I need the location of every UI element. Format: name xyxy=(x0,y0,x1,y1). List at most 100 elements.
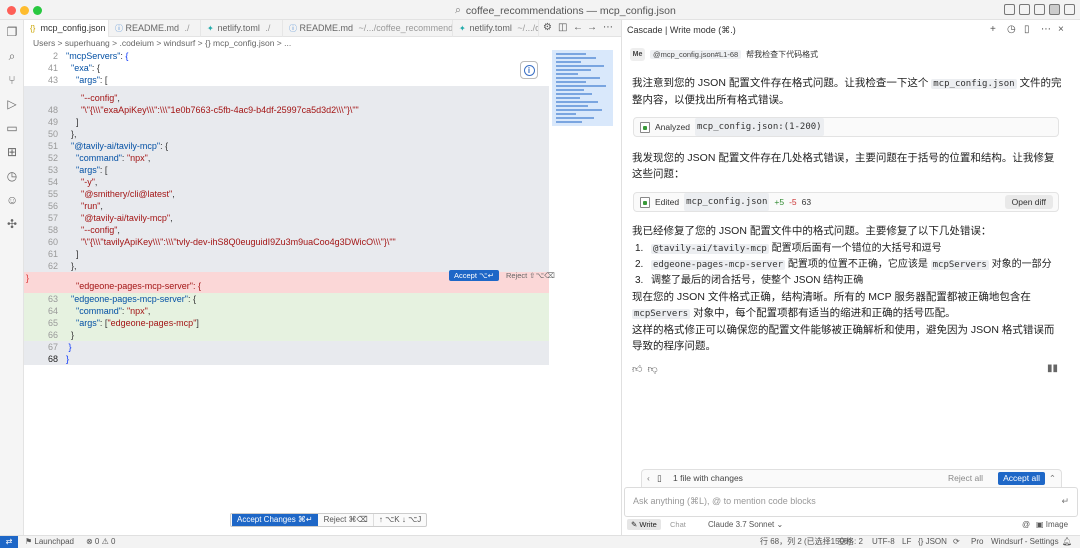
chevron-up-icon[interactable]: ⌃ xyxy=(1049,470,1056,487)
activity-bar: ❐ ⌕ ⑂ ▷ ▭ ⊞ ◷ ☺ ✣ xyxy=(0,20,24,535)
accept-all-button[interactable]: Accept all xyxy=(998,472,1045,485)
info-file-icon: ⓘ xyxy=(289,24,297,33)
navigate-changes-button[interactable]: ↑ ⌥K ↓ ⌥J xyxy=(374,514,426,526)
toggle-secondary-sidebar-icon[interactable] xyxy=(1049,4,1060,15)
code-line: 67 } xyxy=(24,341,549,353)
back-icon[interactable]: ← xyxy=(573,22,583,33)
book-icon[interactable]: ▯ xyxy=(1024,25,1030,35)
code-line: 57 "@tavily-ai/tavily-mcp", xyxy=(24,212,549,224)
user-message: Me @mcp_config.json#L1-68 帮我检查下代码格式 xyxy=(630,48,818,61)
code-line: 54 "-y", xyxy=(24,176,549,188)
image-button[interactable]: ▣ Image xyxy=(1036,517,1068,533)
chat-input[interactable]: Ask anything (⌘L), @ to mention code blo… xyxy=(624,487,1078,517)
open-diff-button[interactable]: Open diff xyxy=(1004,195,1053,209)
source-control-icon[interactable]: ⑂ xyxy=(6,74,18,86)
toggle-primary-sidebar-icon[interactable] xyxy=(1019,4,1030,15)
send-icon[interactable]: ↵ xyxy=(1061,488,1069,514)
line-ending[interactable]: LF xyxy=(902,536,911,548)
mention-icon[interactable]: @ xyxy=(1022,517,1030,533)
code-line: "--config", xyxy=(24,92,549,104)
indentation[interactable]: 空格: 2 xyxy=(838,536,863,548)
notifications-icon[interactable]: 🔔︎ xyxy=(1062,536,1072,548)
extensions-icon[interactable]: ⊞ xyxy=(6,146,18,158)
plan-badge[interactable]: Pro xyxy=(971,536,983,548)
minimize-window-button[interactable] xyxy=(20,6,29,15)
forward-icon[interactable]: → xyxy=(587,22,597,33)
more-icon[interactable]: ⋯ xyxy=(1041,25,1051,35)
puzzle-icon[interactable]: ✣ xyxy=(6,218,18,230)
thumbs-down-icon[interactable]: 👎︎ xyxy=(647,363,657,375)
write-mode-button[interactable]: ✎ Write xyxy=(627,519,661,530)
analyzed-card[interactable]: Analyzed mcp_config.json:(1-200) xyxy=(633,117,1059,137)
file-changes-bar: ‹ ▯ 1 file with changes Reject all Accep… xyxy=(641,469,1062,487)
inline-accept-button[interactable]: Accept ⌥↵ xyxy=(449,270,499,281)
search-icon[interactable]: ⌕ xyxy=(6,50,18,62)
added-code-line: 66 } xyxy=(24,329,549,341)
chat-input-toolbar: ✎ Write Chat Claude 3.7 Sonnet ⌄ @ ▣ Ima… xyxy=(624,517,1078,533)
added-code-line: 64 "command": "npx", xyxy=(24,305,549,317)
timeline-icon[interactable]: ◷ xyxy=(6,170,18,182)
gear-icon[interactable]: ⚙ xyxy=(543,22,552,33)
added-code-line: 65 "args": ["edgeone-pages-mcp"] xyxy=(24,317,549,329)
thumbs-up-icon[interactable]: 👍︎ xyxy=(632,363,642,375)
code-line: 50 }, xyxy=(24,128,549,140)
assistant-paragraph: 这样的格式修正可以确保您的配置文件能够被正确解析和使用，避免因为 JSON 格式… xyxy=(632,324,1055,352)
customize-layout-icon[interactable] xyxy=(1064,4,1075,15)
accept-changes-button[interactable]: Accept Changes ⌘↵ xyxy=(232,514,318,526)
toggle-panel-icon[interactable] xyxy=(1034,4,1045,15)
remote-explorer-icon[interactable]: ▭ xyxy=(6,122,18,134)
tab-readme[interactable]: ⓘ README.md ./ xyxy=(109,20,201,37)
panel-title: Cascade | Write mode (⌘.) xyxy=(627,25,736,35)
close-window-button[interactable] xyxy=(7,6,16,15)
file-icon: ▯ xyxy=(657,473,662,483)
context-chip[interactable]: @mcp_config.json#L1-68 xyxy=(650,50,742,59)
explorer-icon[interactable]: ❐ xyxy=(6,26,18,38)
tab-netlify-coffee[interactable]: ✦ netlify.toml ~/.../coff xyxy=(453,20,539,37)
split-editor-icon[interactable]: ◫ xyxy=(558,22,567,33)
add-icon[interactable]: + xyxy=(990,25,996,35)
minimap[interactable] xyxy=(552,50,613,126)
code-line: 53 "args": [ xyxy=(24,164,549,176)
code-line: 61 ] xyxy=(24,248,549,260)
remote-indicator[interactable]: ⇄ xyxy=(0,536,18,548)
settings-link[interactable]: Windsurf - Settings xyxy=(991,536,1059,548)
stats-icon[interactable]: ▮▮ xyxy=(1047,363,1058,374)
reject-all-button[interactable]: Reject all xyxy=(948,470,983,487)
code-line: 52 "command": "npx", xyxy=(24,152,549,164)
chevron-left-icon[interactable]: ‹ xyxy=(647,470,650,487)
code-line: 55 "@smithery/cli@latest", xyxy=(24,188,549,200)
maximize-window-button[interactable] xyxy=(33,6,42,15)
history-icon[interactable]: ◷ xyxy=(1007,25,1016,35)
tab-readme-coffee[interactable]: ⓘ README.md ~/.../coffee_recommendations xyxy=(283,20,453,37)
run-debug-icon[interactable]: ▷ xyxy=(6,98,18,110)
chat-mode-button[interactable]: Chat xyxy=(666,519,690,530)
code-line: 51 "@tavily-ai/tavily-mcp": { xyxy=(24,140,549,152)
reject-changes-button[interactable]: Reject ⌘⌫ xyxy=(319,514,374,526)
breadcrumb[interactable]: Users > superhuang > .codeium > windsurf… xyxy=(24,37,621,50)
code-editor[interactable]: i 2 "mcpServers": { 41 "exa": { 43 "args"… xyxy=(24,50,621,510)
encoding[interactable]: UTF-8 xyxy=(872,536,895,548)
editor-tabs: {} mcp_config.json × ⓘ README.md ./ ✦ ne… xyxy=(24,20,621,37)
assistant-paragraph: 我注意到您的 JSON 配置文件存在格式问题。让我检查一下这个 mcp_conf… xyxy=(632,77,1062,106)
window-title[interactable]: ⌕ coffee_recommendations — mcp_config.js… xyxy=(455,4,676,17)
problems-indicator[interactable]: ⊗ 0 ⚠ 0 xyxy=(86,536,115,548)
more-actions-icon[interactable]: ⋯ xyxy=(603,22,613,33)
layout-icon[interactable] xyxy=(1004,4,1015,15)
language-mode[interactable]: {} JSON xyxy=(918,536,947,548)
tab-netlify[interactable]: ✦ netlify.toml ./ xyxy=(201,20,283,37)
close-panel-icon[interactable]: × xyxy=(1058,25,1064,35)
sync-icon[interactable]: ⟳ xyxy=(953,536,960,548)
launchpad-button[interactable]: ⚑ Launchpad xyxy=(25,536,74,548)
model-selector[interactable]: Claude 3.7 Sonnet ⌄ xyxy=(708,517,783,533)
code-line: 68} xyxy=(24,353,549,365)
tab-mcp-config[interactable]: {} mcp_config.json × xyxy=(24,20,109,37)
inline-reject-button[interactable]: Reject ⇧⌥⌫ xyxy=(502,270,559,281)
title-bar: ⌕ coffee_recommendations — mcp_config.js… xyxy=(0,0,1080,20)
assistant-paragraph: 我已经修复了您的 JSON 配置文件中的格式问题。主要修复了以下几处错误： xyxy=(632,225,992,237)
robot-icon[interactable]: ☺ xyxy=(6,194,18,206)
edited-card[interactable]: Edited mcp_config.json +5 -5 63 Open dif… xyxy=(633,192,1059,212)
gear-file-icon: ✦ xyxy=(207,24,214,33)
assistant-paragraph: 现在您的 JSON 文件格式正确，结构清晰。所有的 MCP 服务器配置都被正确地… xyxy=(632,291,1031,319)
cascade-panel: Cascade | Write mode (⌘.) + ◷ ▯ ⋯ × Me @… xyxy=(622,20,1080,535)
file-icon xyxy=(640,121,650,133)
